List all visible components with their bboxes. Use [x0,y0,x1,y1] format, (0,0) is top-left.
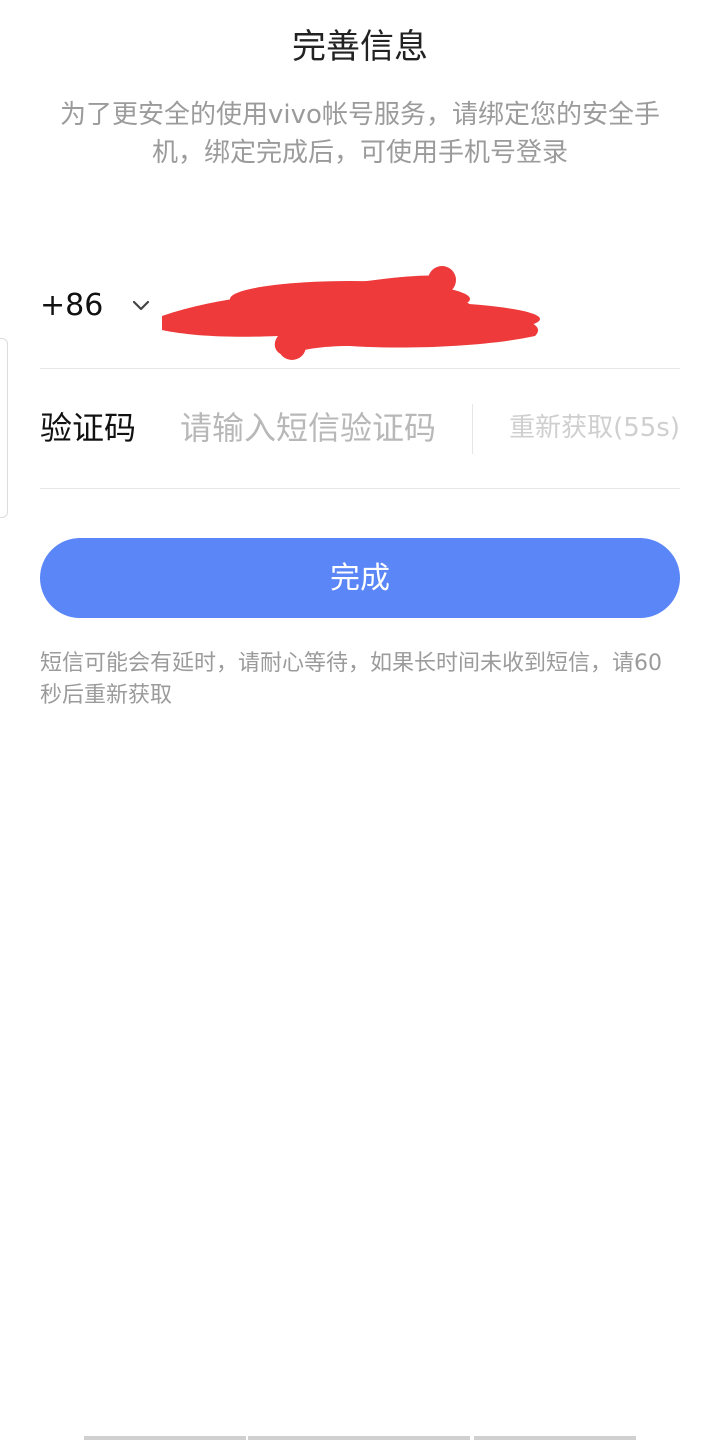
nav-bar-segment [84,1436,246,1440]
bind-phone-page: 完善信息 为了更安全的使用vivo帐号服务，请绑定您的安全手机，绑定完成后，可使… [0,0,720,1440]
vertical-divider [472,404,473,454]
side-edge-handle[interactable] [0,338,8,518]
done-button[interactable]: 完成 [40,538,680,618]
nav-bar-segment [474,1436,636,1440]
chevron-down-icon[interactable] [130,294,152,316]
page-subtitle: 为了更安全的使用vivo帐号服务，请绑定您的安全手机，绑定完成后，可使用手机号登… [60,100,660,168]
verification-code-label: 验证码 [40,409,137,447]
verification-code-input[interactable] [180,404,470,452]
redacted-phone-number[interactable] [150,254,550,364]
sms-delay-hint: 短信可能会有延时，请耐心等待，如果长时间未收到短信，请60秒后重新获取 [40,651,662,708]
country-code-selector[interactable]: +86 [40,286,103,326]
phone-row: +86 [40,248,680,369]
page-title: 完善信息 [292,27,428,67]
verification-code-row: 验证码 重新获取(55s) [40,368,680,489]
resend-code-button[interactable]: 重新获取(55s) [509,410,680,446]
nav-bar-segment [248,1436,470,1440]
